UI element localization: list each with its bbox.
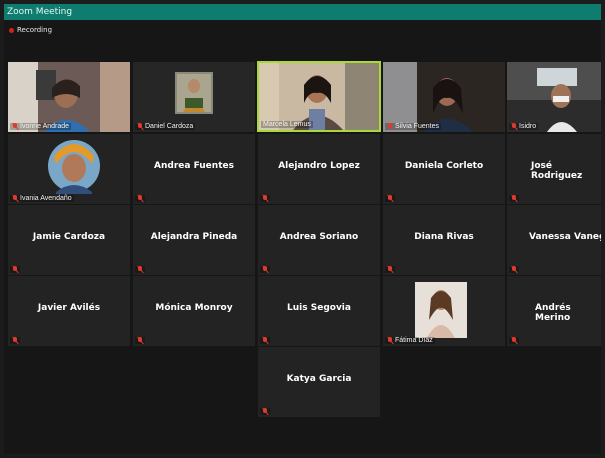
participant-label	[10, 337, 20, 344]
video-feed-fatima	[383, 276, 505, 346]
video-feed-silvia	[383, 62, 505, 132]
participant-tile-javier[interactable]: Javier Avilés	[8, 276, 130, 346]
participant-label	[509, 195, 519, 202]
participant-tile-andrea-f[interactable]: Andrea Fuentes	[133, 134, 255, 204]
participant-label	[260, 195, 270, 202]
participant-label: Ivonne Andrade	[10, 123, 72, 130]
participant-tile-luis[interactable]: Luis Segovia	[258, 276, 380, 346]
mic-muted-icon	[137, 123, 143, 130]
participant-name: Diana Rivas	[414, 232, 474, 242]
recording-label: Recording	[17, 26, 53, 34]
participant-tile-ivonne[interactable]: Ivonne Andrade	[8, 62, 130, 132]
participant-tile-daniel[interactable]: Daniel Cardoza	[133, 62, 255, 132]
mic-muted-icon	[12, 195, 18, 202]
participant-label	[10, 266, 20, 273]
participant-tile-katya[interactable]: Katya Garcia	[258, 347, 380, 417]
participant-name: Javier Avilés	[37, 303, 101, 313]
participant-label	[509, 337, 519, 344]
participant-tile-jose[interactable]: José Rodriguez	[507, 134, 601, 204]
window-title: Zoom Meeting	[7, 7, 73, 17]
participant-name: Andrea Fuentes	[154, 161, 234, 171]
mic-muted-icon	[262, 408, 268, 415]
participant-name: Katya Garcia	[286, 374, 352, 384]
video-feed-daniel	[133, 62, 255, 132]
mic-muted-icon	[511, 195, 517, 202]
participant-tile-marcela[interactable]: Marcela Lemus	[257, 61, 381, 132]
mic-muted-icon	[387, 195, 393, 202]
participant-label: Silvia Fuentes	[385, 123, 441, 130]
video-feed-ivonne	[8, 62, 130, 132]
participant-label	[260, 266, 270, 273]
mic-muted-icon	[262, 337, 268, 344]
mic-muted-icon	[262, 266, 268, 273]
mic-muted-icon	[137, 337, 143, 344]
participant-name: Alejandra Pineda	[150, 232, 238, 242]
participant-tile-alejandro[interactable]: Alejandro Lopez	[258, 134, 380, 204]
recording-indicator: Recording	[9, 26, 52, 34]
video-feed-isidro	[507, 62, 601, 132]
participant-label: Fátima Díaz	[385, 337, 435, 344]
participant-label: Ivania Avendaño	[10, 195, 74, 202]
participant-name: Andrea Soriano	[279, 232, 359, 242]
participant-tile-silvia[interactable]: Silvia Fuentes	[383, 62, 505, 132]
recording-dot-icon	[9, 27, 14, 33]
participant-tile-jamie[interactable]: Jamie Cardoza	[8, 205, 130, 275]
participant-label	[509, 266, 519, 273]
participant-tile-alejandra[interactable]: Alejandra Pineda	[133, 205, 255, 275]
participant-tile-fatima[interactable]: Fátima Díaz	[383, 276, 505, 346]
mic-muted-icon	[12, 123, 18, 130]
participant-label: Daniel Cardoza	[135, 123, 196, 130]
meeting-area: Recording Ivonne Andrade Daniel Cardoza …	[4, 20, 601, 454]
mic-muted-icon	[387, 266, 393, 273]
participant-label	[260, 408, 270, 415]
participant-name: Andrés Merino	[535, 303, 571, 323]
participant-label	[385, 266, 395, 273]
mic-muted-icon	[12, 266, 18, 273]
participant-label	[135, 337, 145, 344]
participant-label: Marcela Lemus	[261, 121, 313, 128]
participant-name: Daniela Corleto	[404, 161, 484, 171]
mic-muted-icon	[511, 337, 517, 344]
participant-tile-isidro[interactable]: Isidro	[507, 62, 601, 132]
participant-tile-daniela[interactable]: Daniela Corleto	[383, 134, 505, 204]
mic-muted-icon	[387, 337, 393, 344]
mic-muted-icon	[511, 266, 517, 273]
video-feed-marcela	[259, 63, 379, 130]
participant-label	[135, 195, 145, 202]
mic-muted-icon	[137, 266, 143, 273]
video-feed-ivania	[8, 134, 130, 204]
title-bar: Zoom Meeting	[4, 4, 601, 20]
participant-label: Isidro	[509, 123, 539, 130]
mic-muted-icon	[511, 123, 517, 130]
participant-name: Vanessa Vanegas	[529, 232, 601, 242]
mic-muted-icon	[387, 123, 393, 130]
participant-tile-ivania[interactable]: Ivania Avendaño	[8, 134, 130, 204]
participant-tile-andres[interactable]: Andrés Merino	[507, 276, 601, 346]
mic-muted-icon	[262, 195, 268, 202]
participant-label	[135, 266, 145, 273]
participant-name: José Rodriguez	[531, 161, 583, 181]
participant-name: Jamie Cardoza	[32, 232, 106, 242]
participant-name: Alejandro Lopez	[278, 161, 360, 171]
zoom-window: Zoom Meeting Recording Ivonne Andrade Da…	[0, 0, 605, 458]
participant-tile-vanessa[interactable]: Vanessa Vanegas	[507, 205, 601, 275]
participant-label	[260, 337, 270, 344]
participant-tile-andrea-s[interactable]: Andrea Soriano	[258, 205, 380, 275]
mic-muted-icon	[137, 195, 143, 202]
participant-name: Mónica Monroy	[155, 303, 233, 313]
participant-tile-monica[interactable]: Mónica Monroy	[133, 276, 255, 346]
participant-tile-diana[interactable]: Diana Rivas	[383, 205, 505, 275]
mic-muted-icon	[12, 337, 18, 344]
participant-name: Luis Segovia	[287, 303, 351, 313]
participant-label	[385, 195, 395, 202]
